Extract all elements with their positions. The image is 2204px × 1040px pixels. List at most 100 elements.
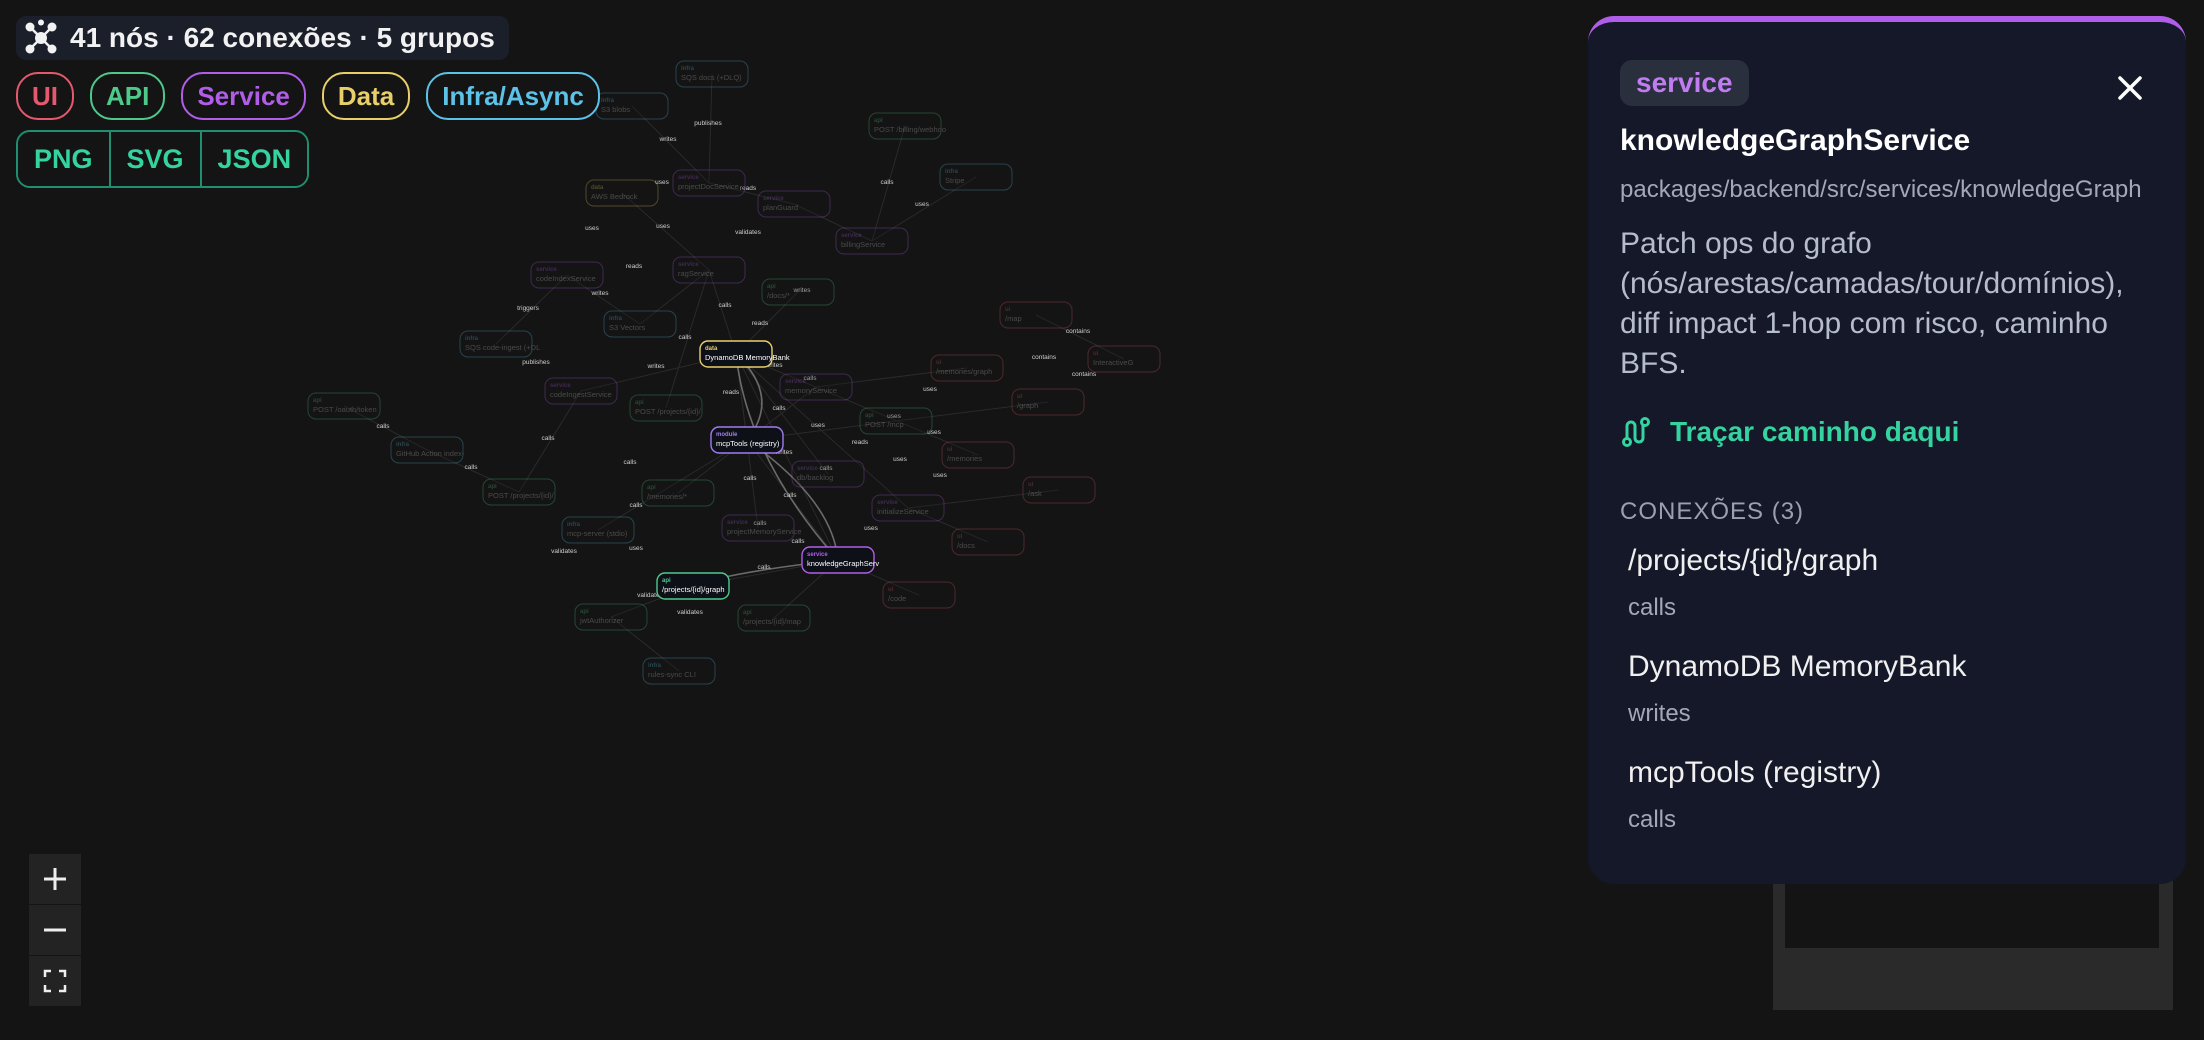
node-type-label: service	[678, 262, 699, 268]
node-label: Stripe	[945, 176, 965, 185]
export-png-button[interactable]: PNG	[18, 132, 109, 186]
graph-node[interactable]: ui/memories/graph	[930, 354, 1004, 382]
graph-node[interactable]: apijwtAuthorizer	[574, 603, 648, 631]
filter-ui[interactable]: UI	[16, 72, 74, 120]
graph-node[interactable]: infraS3 blobs	[595, 92, 669, 120]
zoom-in-button[interactable]	[29, 854, 81, 905]
graph-node[interactable]: serviceplanGuard	[757, 190, 831, 218]
edge-label: calls	[743, 475, 757, 482]
node-label: SQS code-ingest (+DL	[465, 343, 540, 352]
node-label: db/backlog	[797, 473, 833, 482]
graph-node[interactable]: infraStripe	[939, 163, 1013, 191]
node-type-label: ui	[888, 587, 894, 593]
node-label: /memories/*	[647, 492, 687, 501]
graph-node[interactable]: apiPOST /billing/webhoo	[868, 112, 946, 140]
graph-node[interactable]: serviceknowledgeGraphServ	[801, 546, 879, 574]
graph-node[interactable]: ui/map	[999, 301, 1073, 329]
node-type-label: api	[767, 284, 776, 290]
export-svg-button[interactable]: SVG	[108, 132, 200, 186]
node-type-label: infra	[396, 442, 410, 448]
graph-edge	[708, 73, 713, 184]
connection-item[interactable]: mcpTools (registry) calls	[1620, 756, 2186, 834]
graph-node[interactable]: serviceprojectMemoryService	[721, 514, 802, 542]
graph-node[interactable]: ui/ask	[1022, 476, 1096, 504]
node-label: ragService	[678, 269, 714, 278]
graph-node[interactable]: ui/code	[882, 581, 956, 609]
edge-label: reads	[723, 389, 740, 396]
node-type-label: service	[550, 383, 571, 389]
graph-node[interactable]: infraSQS code-ingest (+DL	[459, 330, 540, 358]
filter-service[interactable]: Service	[181, 72, 306, 120]
edge-label: uses	[864, 525, 878, 532]
node-label: jwtAuthorizer	[579, 616, 624, 625]
connections-header: CONEXÕES (3)	[1620, 498, 1805, 525]
graph-node[interactable]: apiPOST /oauth/token	[307, 392, 381, 420]
graph-node[interactable]: ui/docs	[951, 528, 1025, 556]
edge-label: publishes	[522, 359, 550, 366]
node-type-label: ui	[1005, 307, 1011, 313]
node-type-label: api	[743, 610, 752, 616]
node-type-label: service	[727, 520, 748, 526]
edge-label: calls	[541, 435, 555, 442]
node-type-label: service	[678, 175, 699, 181]
edge-label: calls	[376, 423, 390, 430]
graph-node[interactable]: modulemcpTools (registry)	[710, 426, 784, 454]
export-json-button[interactable]: JSON	[199, 132, 308, 186]
graph-node[interactable]: servicebillingService	[835, 227, 909, 255]
node-label: /docs	[957, 541, 975, 550]
filter-data[interactable]: Data	[321, 72, 411, 120]
node-label: projectMemoryService	[727, 527, 802, 536]
edge-label: contains	[1032, 354, 1057, 361]
graph-node[interactable]: apiPOST /projects/{id}/	[629, 394, 703, 422]
node-label: /map	[1005, 314, 1022, 323]
zoom-out-button[interactable]	[29, 905, 81, 956]
close-panel-button[interactable]	[2110, 68, 2150, 108]
graph-node[interactable]: infraSQS docs (+DLQ)	[675, 60, 749, 88]
graph-node[interactable]: ui/memories	[941, 441, 1015, 469]
graph-node[interactable]: infrarules-sync CLI	[642, 657, 716, 685]
filter-infra-async[interactable]: Infra/Async	[426, 72, 600, 120]
filter-api[interactable]: API	[90, 72, 166, 120]
graph-node[interactable]: servicedb/backlog	[791, 460, 865, 488]
graph-node[interactable]: serviceinitializeService	[871, 494, 945, 522]
edge-label: calls	[757, 564, 771, 571]
graph-node[interactable]: apiPOST /projects/{id}/	[482, 478, 556, 506]
node-label: S3 Vectors	[609, 323, 646, 332]
graph-node[interactable]: ui/graph	[1011, 388, 1085, 416]
node-type-label: infra	[648, 663, 662, 669]
graph-node[interactable]: serviceprojectDocService	[672, 169, 746, 197]
fit-view-button[interactable]	[29, 956, 81, 1007]
node-type-label: ui	[947, 447, 953, 453]
node-label: knowledgeGraphServ	[807, 559, 879, 568]
connection-item[interactable]: /projects/{id}/graph calls	[1620, 544, 2186, 622]
graph-node[interactable]: api/memories/*	[641, 479, 715, 507]
node-label: GitHub Action index-	[396, 449, 465, 458]
graph-node[interactable]: servicecodeIndexService	[530, 261, 604, 289]
graph-node[interactable]: uiInteractiveG	[1087, 345, 1161, 373]
node-label: projectDocService	[678, 182, 739, 191]
graph-node[interactable]: api/projects/{id}/graph	[656, 572, 730, 600]
graph-node[interactable]: dataAWS Bedrock	[585, 179, 659, 207]
node-label: /projects/{id}/graph	[662, 585, 725, 594]
node-type-label: api	[865, 413, 874, 419]
edge-label: uses	[915, 201, 929, 208]
graph-node[interactable]: infraS3 Vectors	[603, 310, 677, 338]
graph-node[interactable]: api/docs/*	[761, 278, 835, 306]
connection-item[interactable]: DynamoDB MemoryBank writes	[1620, 650, 2186, 728]
trace-path-button[interactable]: Traçar caminho daqui	[1620, 416, 2186, 448]
graph-node[interactable]: servicememoryService	[779, 373, 853, 401]
edge-label: writes	[659, 136, 678, 143]
graph-node[interactable]: api/projects/{id}/map	[737, 604, 811, 632]
graph-node[interactable]: servicecodeIngestService	[544, 377, 618, 405]
node-label: planGuard	[763, 203, 798, 212]
connection-name: mcpTools (registry)	[1628, 756, 1882, 789]
node-type-label: ui	[1017, 394, 1023, 400]
graph-node[interactable]: infraGitHub Action index-	[390, 436, 465, 464]
graph-node[interactable]: serviceragService	[672, 256, 746, 284]
node-type-label: service	[785, 379, 806, 385]
node-label: rules-sync CLI	[648, 670, 696, 679]
graph-node[interactable]: inframcp-server (stdio)	[561, 516, 635, 544]
node-label: memoryService	[785, 386, 837, 395]
graph-node[interactable]: apiPOST /mcp	[859, 407, 933, 435]
connection-name: /projects/{id}/graph	[1628, 544, 1879, 577]
